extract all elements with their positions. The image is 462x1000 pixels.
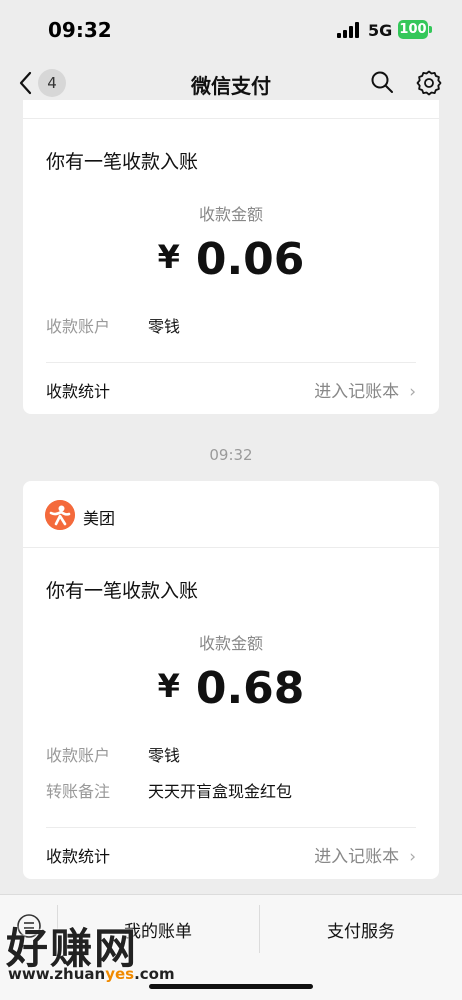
status-time: 09:32 [48, 18, 112, 42]
amount-value: ¥0.68 [23, 663, 439, 714]
ledger-link[interactable]: 进入记账本 › [314, 377, 416, 402]
card-divider [46, 362, 416, 363]
site-watermark: 好赚网 www.zhuanyes.com [6, 915, 196, 983]
ledger-link[interactable]: 进入记账本 › [314, 842, 416, 867]
watermark-url-prefix: www.zhuan [8, 965, 106, 983]
back-button[interactable]: 4 [14, 66, 74, 100]
account-value: 零钱 [148, 317, 181, 336]
account-label: 收款账户 [46, 746, 111, 765]
amount-label: 收款金额 [198, 634, 263, 653]
battery-icon: 100 [398, 20, 428, 39]
back-chevron-icon [19, 71, 32, 95]
search-icon[interactable] [370, 70, 394, 94]
menu-payment-services[interactable]: 支付服务 [260, 917, 462, 942]
message-title: 你有一笔收款入账 [46, 580, 199, 602]
merchant-name: 美团 [83, 509, 116, 528]
home-indicator [149, 984, 313, 989]
payment-card-2[interactable]: 美团 你有一笔收款入账 收款金额 ¥0.68 收款账户 零钱 转账备注 天天开盲… [23, 481, 439, 879]
stat-label: 收款统计 [46, 847, 111, 866]
ledger-link-label: 进入记账本 [314, 847, 400, 867]
amount-number: 0.68 [195, 663, 305, 714]
chevron-right-icon: › [409, 382, 416, 402]
meituan-logo-icon [45, 500, 75, 530]
card-header-divider [23, 547, 439, 548]
currency-symbol: ¥ [157, 667, 180, 705]
network-type: 5G [368, 21, 393, 40]
stat-label: 收款统计 [46, 382, 111, 401]
amount-value: ¥0.06 [23, 234, 439, 285]
card-divider [46, 827, 416, 828]
account-value: 零钱 [148, 746, 181, 765]
amount-number: 0.06 [195, 234, 305, 285]
chevron-right-icon: › [409, 847, 416, 867]
payment-card-1[interactable]: 你有一笔收款入账 收款金额 ¥0.06 收款账户 零钱 收款统计 进入记账本 › [23, 100, 439, 414]
watermark-url-highlight: yes [105, 965, 135, 983]
card-header-divider [23, 118, 439, 119]
watermark-url-suffix: .com [134, 965, 175, 983]
remark-label: 转账备注 [46, 782, 111, 801]
watermark-url: www.zhuanyes.com [8, 965, 175, 983]
signal-icon [337, 22, 359, 38]
remark-value: 天天开盲盒现金红包 [148, 782, 293, 801]
unread-count-badge: 4 [38, 69, 66, 97]
battery-tip [429, 26, 432, 33]
message-title: 你有一笔收款入账 [46, 151, 199, 173]
status-bar: 09:32 5G 100 [0, 0, 462, 58]
message-timestamp: 09:32 [209, 446, 253, 464]
amount-label: 收款金额 [198, 205, 263, 224]
account-label: 收款账户 [46, 317, 111, 336]
currency-symbol: ¥ [157, 238, 180, 276]
gear-icon[interactable] [416, 70, 442, 96]
ledger-link-label: 进入记账本 [314, 382, 400, 402]
